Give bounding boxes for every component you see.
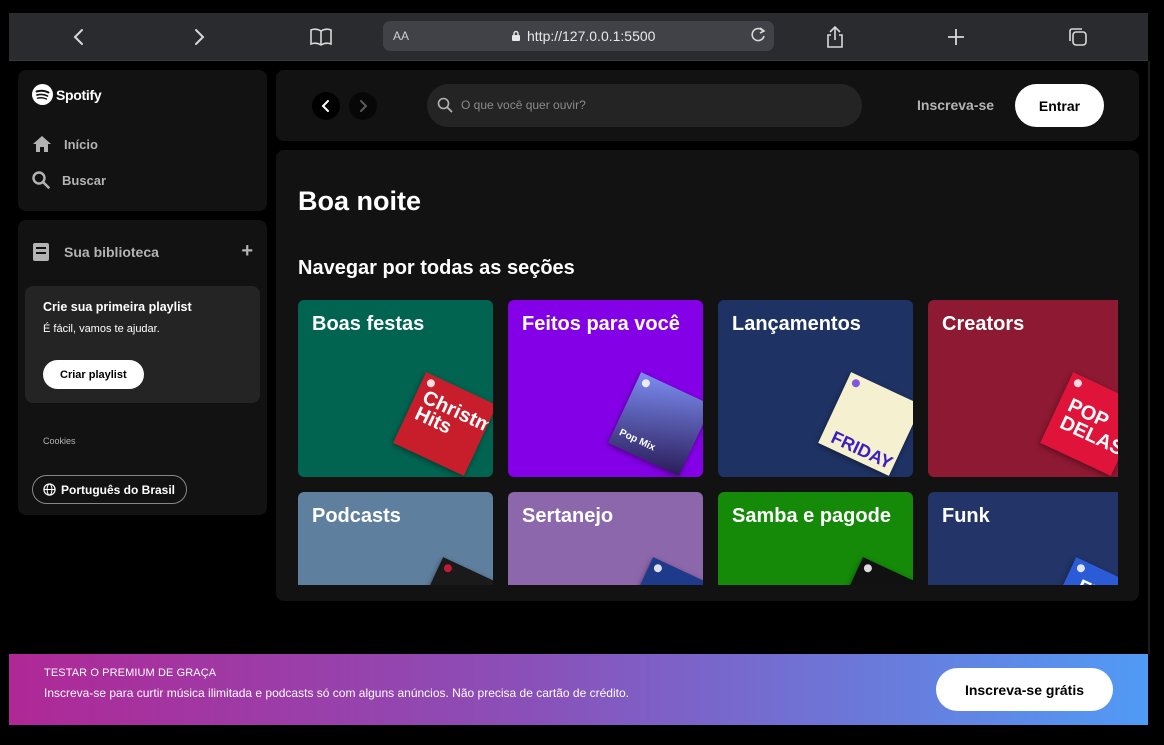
tabs-overview-icon[interactable]: [1064, 23, 1092, 51]
create-playlist-button[interactable]: Criar playlist: [43, 360, 144, 389]
premium-banner[interactable]: TESTAR O PREMIUM DE GRAÇA Inscreva-se pa…: [9, 654, 1148, 725]
genre-card-title: Samba e pagode: [732, 505, 891, 527]
sidebar-item-home[interactable]: Início: [32, 135, 98, 153]
genre-card-title: Funk: [942, 505, 990, 527]
genre-card-art: FRIDAY: [818, 372, 913, 476]
page-title: Boa noite: [298, 186, 422, 216]
globe-icon: [43, 483, 56, 496]
login-button[interactable]: Entrar: [1015, 84, 1104, 127]
create-playlist-subtitle: É fácil, vamos te ajudar.: [43, 323, 160, 335]
sidebar-item-label: Buscar: [62, 172, 107, 188]
genre-card-art: POP DELAS: [1040, 372, 1118, 476]
genre-card-boas-festas[interactable]: Boas festas Christmas Hits: [298, 300, 493, 477]
genre-card-title: Creators: [942, 313, 1025, 335]
genre-card-art: [830, 557, 913, 585]
language-button[interactable]: Português do Brasil: [32, 475, 188, 504]
history-forward-button[interactable]: [349, 92, 377, 120]
history-back-button[interactable]: [312, 92, 340, 120]
share-icon[interactable]: [821, 23, 849, 51]
genre-card-art-text: Pop Mix: [617, 427, 657, 454]
top-bar: Inscreva-se Entrar: [276, 70, 1139, 141]
genre-card-title: Lançamentos: [732, 313, 861, 335]
banner-description: Inscreva-se para curtir música ilimitada…: [44, 686, 629, 700]
genre-card-podcasts[interactable]: Podcasts: [298, 492, 493, 585]
sidebar-item-label: Início: [64, 136, 98, 152]
library-icon: [33, 243, 49, 261]
genre-card-feitos-para-voce[interactable]: Feitos para você Pop Mix: [508, 300, 703, 477]
reload-icon[interactable]: [748, 25, 768, 48]
language-label: Português do Brasil: [61, 482, 176, 497]
sidebar-nav: Spotify Início Buscar: [18, 70, 267, 211]
forward-icon[interactable]: [185, 23, 213, 51]
logo-text: Spotify: [56, 86, 102, 103]
genre-card-creators[interactable]: Creators POP DELAS: [928, 300, 1118, 477]
search-icon: [437, 97, 453, 113]
signup-free-button[interactable]: Inscreva-se grátis: [936, 668, 1113, 711]
chevron-left-icon: [321, 100, 329, 112]
home-icon: [33, 136, 51, 152]
back-icon[interactable]: [65, 23, 93, 51]
genre-card-art: FU: [1043, 557, 1118, 585]
create-playlist-card: Crie sua primeira playlist É fácil, vamo…: [25, 286, 260, 403]
sidebar-library: Sua biblioteca + Crie sua primeira playl…: [18, 220, 267, 515]
lock-icon: [512, 30, 520, 41]
genre-card-title: Boas festas: [312, 313, 425, 335]
sidebar-item-search[interactable]: Buscar: [32, 171, 106, 189]
genre-card-art: [620, 557, 703, 585]
create-playlist-title: Crie sua primeira playlist: [43, 300, 192, 314]
genre-card-lancamentos[interactable]: Lançamentos FRIDAY: [718, 300, 913, 477]
library-header[interactable]: Sua biblioteca: [32, 242, 159, 262]
genre-card-art-text: FU: [1073, 576, 1107, 585]
genre-card-art-text: FRIDAY: [828, 427, 896, 473]
genre-card-title: Podcasts: [312, 505, 401, 527]
genre-grid: Boas festas Christmas Hits Feitos para v…: [298, 300, 1118, 585]
genre-card-art: Pop Mix: [608, 372, 703, 476]
genre-card-art: Christmas Hits: [393, 372, 493, 476]
section-title: Navegar por todas as seções: [298, 257, 575, 279]
address-bar[interactable]: AA http://127.0.0.1:5500: [383, 21, 774, 51]
browser-toolbar: AA http://127.0.0.1:5500: [9, 13, 1148, 61]
genre-card-art-text: POP DELAS: [1056, 394, 1118, 461]
signup-link[interactable]: Inscreva-se: [917, 97, 994, 113]
new-tab-icon[interactable]: [942, 23, 970, 51]
banner-heading: TESTAR O PREMIUM DE GRAÇA: [44, 667, 217, 679]
genre-card-samba-e-pagode[interactable]: Samba e pagode: [718, 492, 913, 585]
search-icon: [32, 171, 50, 189]
page-scroll-edge: [1148, 61, 1150, 654]
genre-card-art-text: Christmas Hits: [411, 386, 493, 448]
chevron-right-icon: [360, 100, 368, 112]
genre-card-title: Sertanejo: [522, 505, 614, 527]
genre-card-sertanejo[interactable]: Sertanejo: [508, 492, 703, 585]
genre-card-title: Feitos para você: [522, 313, 680, 335]
spotify-logo[interactable]: Spotify: [32, 84, 102, 105]
genre-card-funk[interactable]: Funk FU: [928, 492, 1118, 585]
plus-icon[interactable]: +: [241, 240, 253, 263]
spotify-logo-icon: [32, 84, 53, 105]
search-input[interactable]: [461, 94, 841, 116]
url-text: http://127.0.0.1:5500: [527, 28, 656, 44]
genre-card-art: [410, 557, 493, 585]
library-title: Sua biblioteca: [64, 244, 159, 260]
search-box[interactable]: [427, 84, 862, 127]
reader-mode-button[interactable]: AA: [393, 29, 409, 43]
bookmarks-icon[interactable]: [307, 23, 335, 51]
main-content: Boa noite Navegar por todas as seções Bo…: [276, 150, 1139, 601]
cookies-link[interactable]: Cookies: [43, 436, 76, 446]
